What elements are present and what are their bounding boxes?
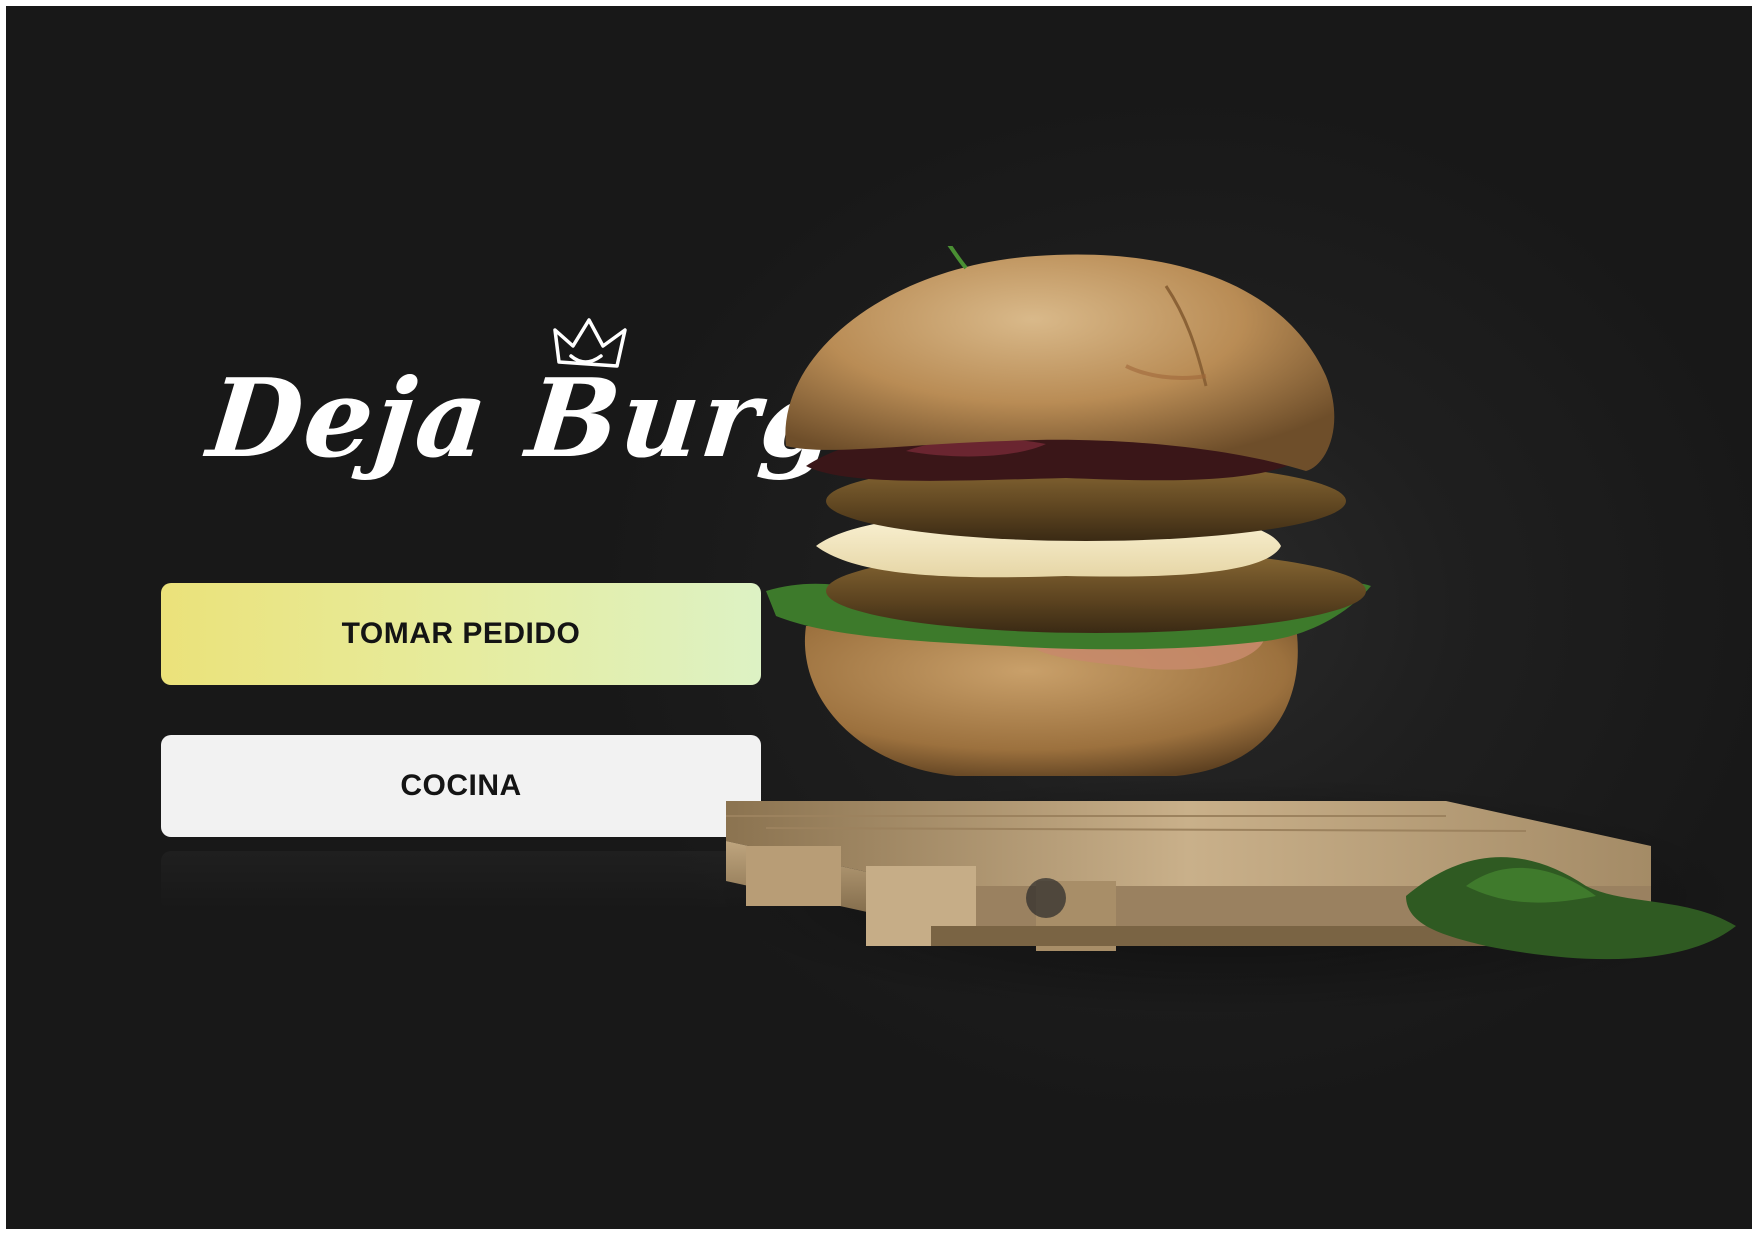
button-reflection — [161, 851, 761, 911]
landing-screen: Deja Burg TOMAR PEDIDO COCINA — [6, 6, 1752, 1229]
burger-on-pallet-image — [706, 246, 1746, 1016]
take-order-button[interactable]: TOMAR PEDIDO — [161, 583, 761, 685]
kitchen-button[interactable]: COCINA — [161, 735, 761, 837]
brand-logo: Deja Burg — [201, 316, 845, 546]
